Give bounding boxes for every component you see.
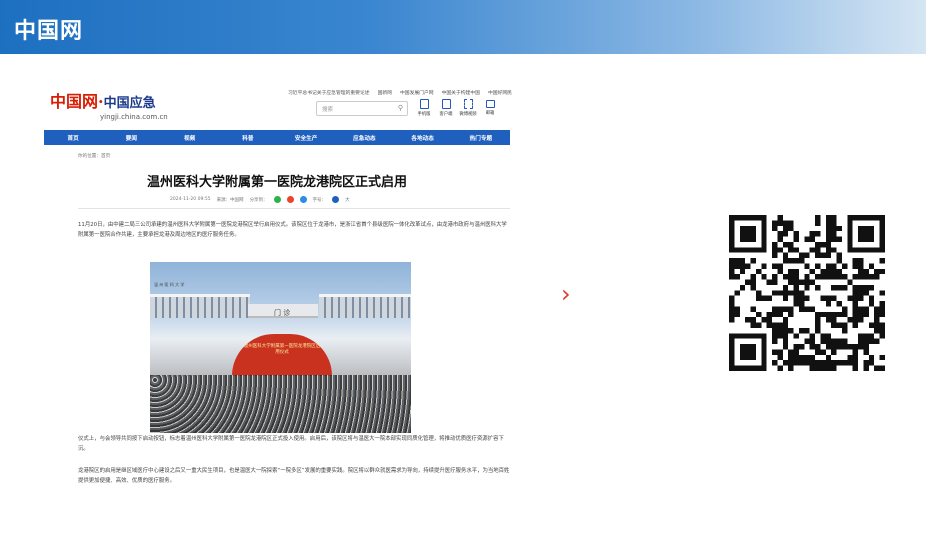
top-link[interactable]: 中国发展门户网 xyxy=(400,89,434,96)
article-photo: 温 州 医 科 大 学 门 诊 温州医科大学附属第一医院龙港院区启用仪式 xyxy=(150,262,411,433)
photo-stage-banner: 温州医科大学附属第一医院龙港院区启用仪式 xyxy=(243,344,321,355)
logo-url: yingji.china.com.cn xyxy=(100,113,168,121)
photo-building-right xyxy=(319,294,411,318)
tool-links: 手机版 客户端 微博视频 邮箱 xyxy=(416,99,498,117)
top-link[interactable]: 国新网 xyxy=(378,89,392,96)
article-date: 2024-11-20 09:55 xyxy=(170,197,211,202)
tool-label: 客户端 xyxy=(439,112,453,117)
divider xyxy=(78,208,510,209)
top-links: 习近平总书记关于应急管理的重要论述 国新网 中国发展门户网 中国关于构建中国 中… xyxy=(288,89,512,96)
site-logo[interactable]: 中国网·中国应急 yingji.china.com.cn xyxy=(50,88,168,121)
share-label: 分享到： xyxy=(249,197,268,203)
nav-item-emergency[interactable]: 应急动态 xyxy=(335,134,393,142)
photo-building-sign: 温 州 医 科 大 学 xyxy=(154,282,185,287)
nav-item-news[interactable]: 要闻 xyxy=(102,134,160,142)
nav-item-safety[interactable]: 安全生产 xyxy=(277,134,335,142)
header-banner: 中国网 xyxy=(0,0,926,54)
nav-item-video[interactable]: 视频 xyxy=(161,134,219,142)
font-size-label: 字号： xyxy=(312,197,327,203)
article-paragraph: 龙港院区的启用是继区域医疗中心建设之后又一重大民生项目，也是温医大一院探索“一院… xyxy=(78,468,510,484)
nav-item-home[interactable]: 首页 xyxy=(44,134,102,142)
article-paragraph: 仪式上，与会领导共同按下启动按钮，标志着温州医科大学附属第一医院龙港院区正式投入… xyxy=(78,436,504,452)
tool-label: 微博视频 xyxy=(459,112,477,117)
tool-mail[interactable]: 邮箱 xyxy=(482,99,498,117)
wechat-share-icon[interactable] xyxy=(273,196,281,203)
tool-label: 邮箱 xyxy=(485,111,495,116)
article-meta: 2024-11-20 09:55 来源：中国网 分享到： 字号： 大 xyxy=(170,196,350,203)
nav-item-regional[interactable]: 各地动态 xyxy=(394,134,452,142)
nav-item-science[interactable]: 科普 xyxy=(219,134,277,142)
qr-code-graphic xyxy=(729,215,885,371)
banner-title: 中国网 xyxy=(14,19,84,44)
top-link[interactable]: 中国关于构建中国 xyxy=(442,89,480,96)
search-input[interactable]: 搜索 ⚲ xyxy=(316,101,408,116)
search-placeholder: 搜索 xyxy=(322,107,334,113)
article-paragraph: 11月20日，由中建二局三公司承建的温州医科大学附属第一医院龙港院区举行启用仪式… xyxy=(78,222,507,238)
photo-building-left xyxy=(150,294,250,318)
photo-crowd xyxy=(150,375,411,433)
mail-icon xyxy=(485,100,495,108)
logo-text: 中国网· xyxy=(50,92,104,111)
grid-icon xyxy=(463,99,473,109)
main-nav: 首页 要闻 视频 科普 安全生产 应急动态 各地动态 热门专题 xyxy=(44,130,510,145)
article-source: 来源：中国网 xyxy=(216,197,244,203)
qzone-share-icon[interactable] xyxy=(299,196,307,203)
tool-video[interactable]: 微博视频 xyxy=(459,99,477,117)
qr-code xyxy=(729,215,885,371)
nav-item-topics[interactable]: 热门专题 xyxy=(452,134,510,142)
breadcrumb[interactable]: 你的位置：首页 xyxy=(78,153,110,159)
search-icon[interactable]: ⚲ xyxy=(398,104,403,112)
article-title: 温州医科大学附属第一医院龙港院区正式启用 xyxy=(146,175,407,190)
weibo-share-icon[interactable] xyxy=(286,196,294,203)
tablet-icon xyxy=(441,99,451,109)
phone-icon xyxy=(419,99,429,109)
font-size-value[interactable]: 大 xyxy=(345,197,350,203)
tool-mobile[interactable]: 手机版 xyxy=(416,99,432,117)
top-link[interactable]: 中国好网民 xyxy=(488,89,512,96)
font-size-toggle-icon[interactable] xyxy=(332,196,340,203)
chevron-right-icon: › xyxy=(561,280,571,308)
tool-client[interactable]: 客户端 xyxy=(438,99,454,117)
tool-label: 手机版 xyxy=(417,112,431,117)
photo-gate-sign: 门 诊 xyxy=(274,309,291,317)
top-link[interactable]: 习近平总书记关于应急管理的重要论述 xyxy=(288,89,370,96)
article-screenshot: 中国网·中国应急 yingji.china.com.cn 习近平总书记关于应急管… xyxy=(44,80,514,506)
logo-sub: 中国应急 xyxy=(103,96,156,111)
